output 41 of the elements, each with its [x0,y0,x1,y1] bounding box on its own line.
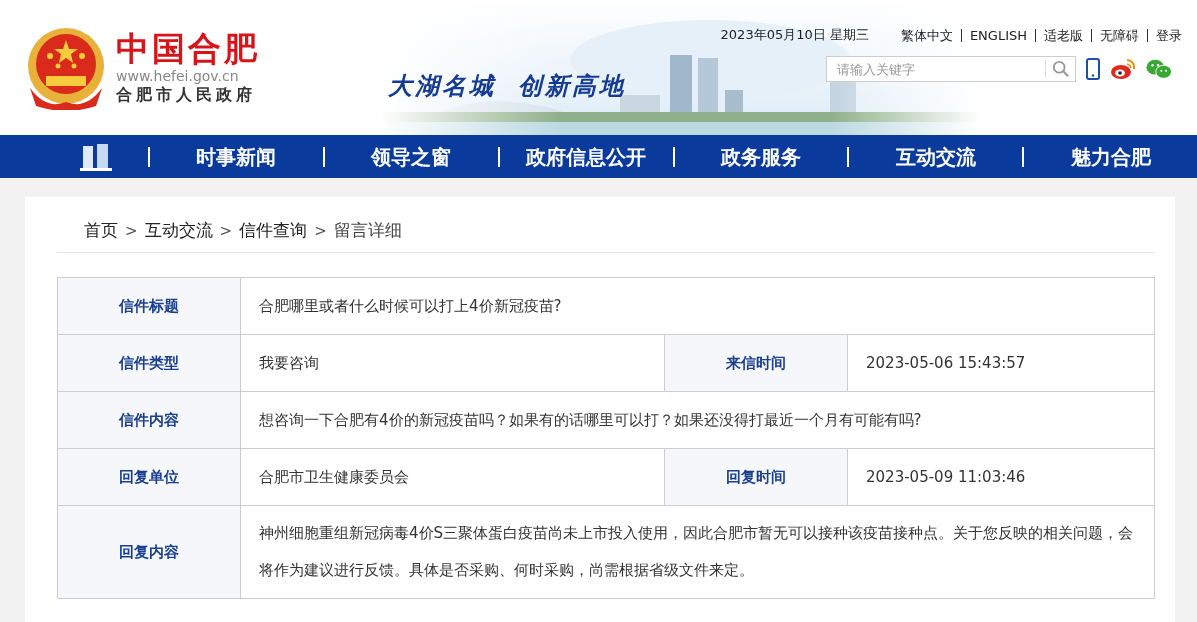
breadcrumb-current: 留言详细 [333,219,402,242]
search-field[interactable]: 请输入关键字 [826,56,1076,82]
top-link[interactable]: 登录 [1148,28,1182,42]
field-value: 2023-05-06 15:43:57 [848,335,1155,392]
wechat-icon[interactable] [1146,58,1172,80]
slogan: 大湖名城 [388,71,496,102]
site-name: 中国合肥 [116,30,260,68]
phone-icon[interactable] [1086,58,1100,80]
field-label: 回复时间 [665,449,848,506]
slogan: 创新高地 [518,71,626,102]
nav-tab[interactable]: 政务服务 [672,146,848,167]
nav-tab[interactable]: 时事新闻 [147,146,323,167]
top-link[interactable]: 无障碍 [1092,28,1148,42]
search-icon[interactable] [1045,60,1070,78]
breadcrumb-separator: > [125,221,138,240]
breadcrumb-separator: > [314,221,327,240]
top-link[interactable]: ENGLISH [961,28,1036,42]
breadcrumb-link[interactable]: 首页 [84,219,118,242]
site-url: www.hefei.gov.cn [116,68,240,85]
field-label: 回复单位 [58,449,241,506]
date-text: 2023年05月10日 星期三 [720,26,869,44]
field-value: 2023-05-09 11:03:46 [848,449,1155,506]
field-value: 神州细胞重组新冠病毒4价S三聚体蛋白疫苗尚未上市投入使用，因此合肥市暂无可以接种该疫苗接种点。关于您反映的相关问题，会将作为建议进行反馈。具体是否采购、何时采购，尚需根据省级文件来定。 [241,506,1155,599]
weibo-icon[interactable] [1110,58,1136,80]
top-link[interactable]: 繁体中文 [892,28,962,42]
buildings-icon[interactable] [80,142,112,171]
nav-tab[interactable]: 魅力合肥 [1022,146,1197,167]
top-link[interactable]: 适老版 [1036,28,1092,42]
org-name: 合肥市人民政府 [116,85,257,105]
breadcrumb-link[interactable]: 互动交流 [144,219,213,242]
emblem-icon [26,25,106,110]
breadcrumb-separator: > [219,221,233,240]
field-label: 信件类型 [58,335,241,392]
field-label: 信件内容 [58,392,241,449]
field-label: 回复内容 [58,506,241,599]
nav-tab[interactable]: 政府信息公开 [497,146,673,167]
field-label: 来信时间 [665,335,848,392]
nav-tab[interactable]: 领导之窗 [322,146,498,167]
nav-tab[interactable]: 互动交流 [847,146,1023,167]
field-label: 信件标题 [58,278,241,335]
breadcrumb-link[interactable]: 信件查询 [239,219,308,242]
